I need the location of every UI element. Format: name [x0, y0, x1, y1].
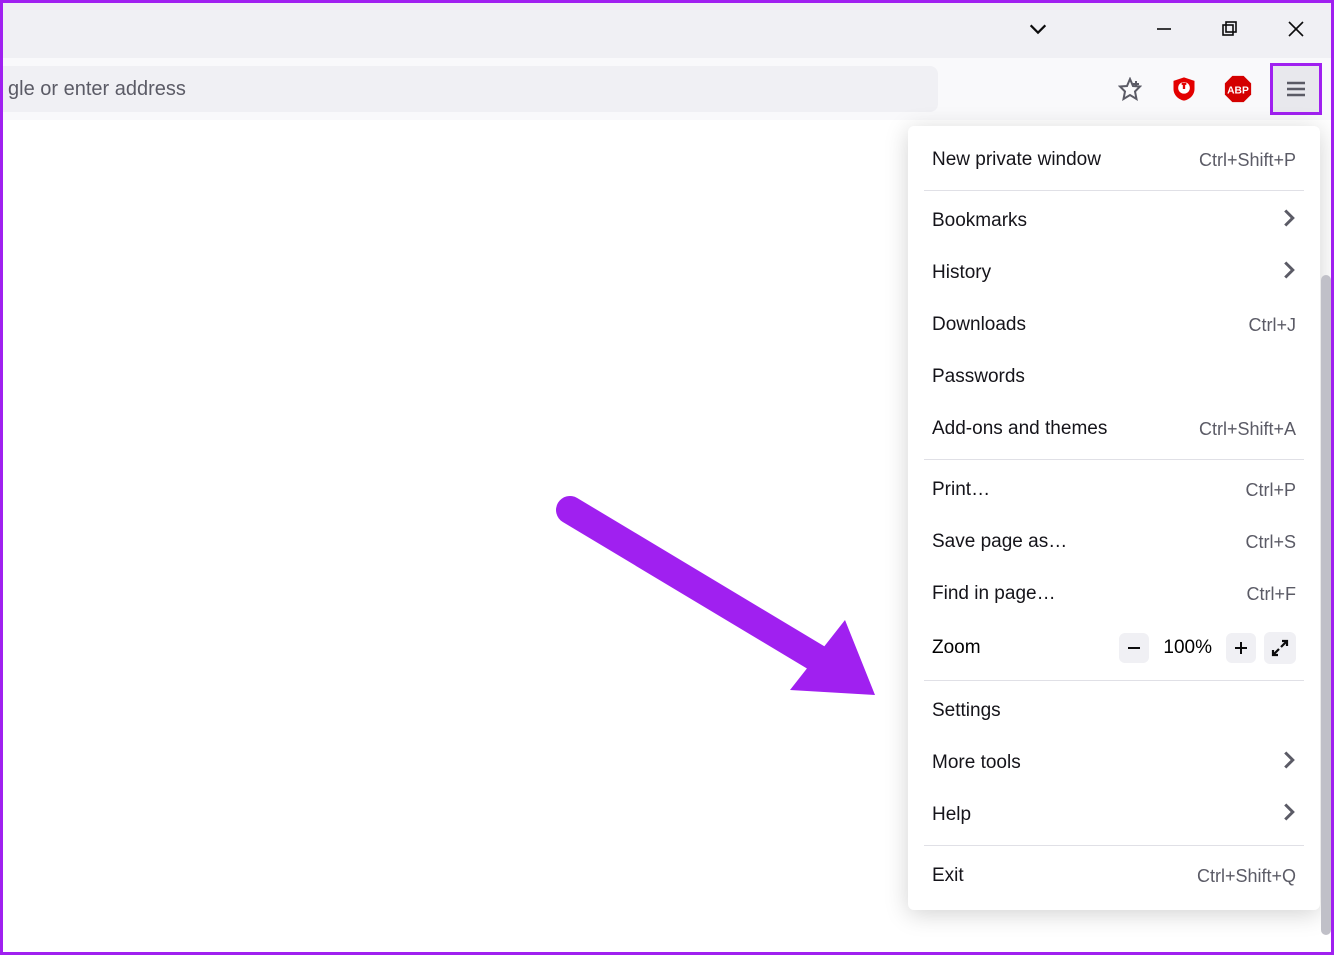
menu-separator	[924, 190, 1304, 191]
menu-label: Save page as…	[932, 531, 1067, 553]
menu-shortcut: Ctrl+Shift+P	[1199, 150, 1296, 171]
bookmark-star-icon[interactable]	[1108, 67, 1152, 111]
menu-item-find[interactable]: Find in page… Ctrl+F	[908, 568, 1320, 620]
chevron-right-icon	[1282, 750, 1296, 776]
fullscreen-button[interactable]	[1264, 632, 1296, 664]
zoom-label: Zoom	[932, 637, 1115, 659]
browser-toolbar: gle or enter address ABP	[0, 58, 1334, 120]
menu-separator	[924, 845, 1304, 846]
menu-item-help[interactable]: Help	[908, 789, 1320, 841]
menu-separator	[924, 459, 1304, 460]
chevron-right-icon	[1282, 208, 1296, 234]
menu-label: Print…	[932, 479, 990, 501]
menu-item-settings[interactable]: Settings	[908, 685, 1320, 737]
window-titlebar	[0, 0, 1334, 58]
menu-shortcut: Ctrl+P	[1245, 480, 1296, 501]
maximize-button[interactable]	[1202, 6, 1258, 52]
menu-item-zoom: Zoom 100%	[908, 620, 1320, 676]
menu-label: Downloads	[932, 314, 1026, 336]
hamburger-menu-button[interactable]	[1270, 63, 1322, 115]
zoom-value: 100%	[1153, 637, 1222, 659]
menu-label: New private window	[932, 149, 1101, 171]
menu-label: Exit	[932, 865, 964, 887]
abp-extension-icon[interactable]: ABP	[1216, 67, 1260, 111]
menu-label: More tools	[932, 752, 1021, 774]
menu-item-downloads[interactable]: Downloads Ctrl+J	[908, 299, 1320, 351]
menu-item-bookmarks[interactable]: Bookmarks	[908, 195, 1320, 247]
menu-label: Passwords	[932, 366, 1025, 388]
zoom-in-button[interactable]	[1226, 633, 1256, 663]
chevron-right-icon	[1282, 802, 1296, 828]
menu-item-exit[interactable]: Exit Ctrl+Shift+Q	[908, 850, 1320, 902]
menu-item-print[interactable]: Print… Ctrl+P	[908, 464, 1320, 516]
menu-label: History	[932, 262, 991, 284]
menu-item-more-tools[interactable]: More tools	[908, 737, 1320, 789]
close-button[interactable]	[1268, 6, 1324, 52]
minimize-button[interactable]	[1136, 6, 1192, 52]
menu-label: Help	[932, 804, 971, 826]
menu-shortcut: Ctrl+S	[1245, 532, 1296, 553]
menu-item-save-page[interactable]: Save page as… Ctrl+S	[908, 516, 1320, 568]
menu-shortcut: Ctrl+Shift+A	[1199, 419, 1296, 440]
menu-label: Settings	[932, 700, 1001, 722]
address-bar[interactable]: gle or enter address	[0, 66, 938, 112]
menu-label: Bookmarks	[932, 210, 1027, 232]
menu-shortcut: Ctrl+Shift+Q	[1197, 866, 1296, 887]
ublock-extension-icon[interactable]	[1162, 67, 1206, 111]
menu-item-history[interactable]: History	[908, 247, 1320, 299]
svg-text:ABP: ABP	[1227, 86, 1249, 97]
chevron-right-icon	[1282, 260, 1296, 286]
tabs-dropdown-button[interactable]	[1010, 6, 1066, 52]
menu-shortcut: Ctrl+F	[1247, 584, 1297, 605]
window-scrollbar[interactable]	[1321, 275, 1331, 935]
application-menu: New private window Ctrl+Shift+P Bookmark…	[908, 126, 1320, 910]
menu-label: Add-ons and themes	[932, 418, 1107, 440]
menu-shortcut: Ctrl+J	[1248, 315, 1296, 336]
annotation-arrow	[540, 490, 900, 750]
menu-separator	[924, 680, 1304, 681]
menu-item-addons[interactable]: Add-ons and themes Ctrl+Shift+A	[908, 403, 1320, 455]
menu-item-passwords[interactable]: Passwords	[908, 351, 1320, 403]
address-placeholder: gle or enter address	[8, 78, 186, 101]
menu-item-new-private-window[interactable]: New private window Ctrl+Shift+P	[908, 134, 1320, 186]
menu-label: Find in page…	[932, 583, 1056, 605]
zoom-out-button[interactable]	[1119, 633, 1149, 663]
